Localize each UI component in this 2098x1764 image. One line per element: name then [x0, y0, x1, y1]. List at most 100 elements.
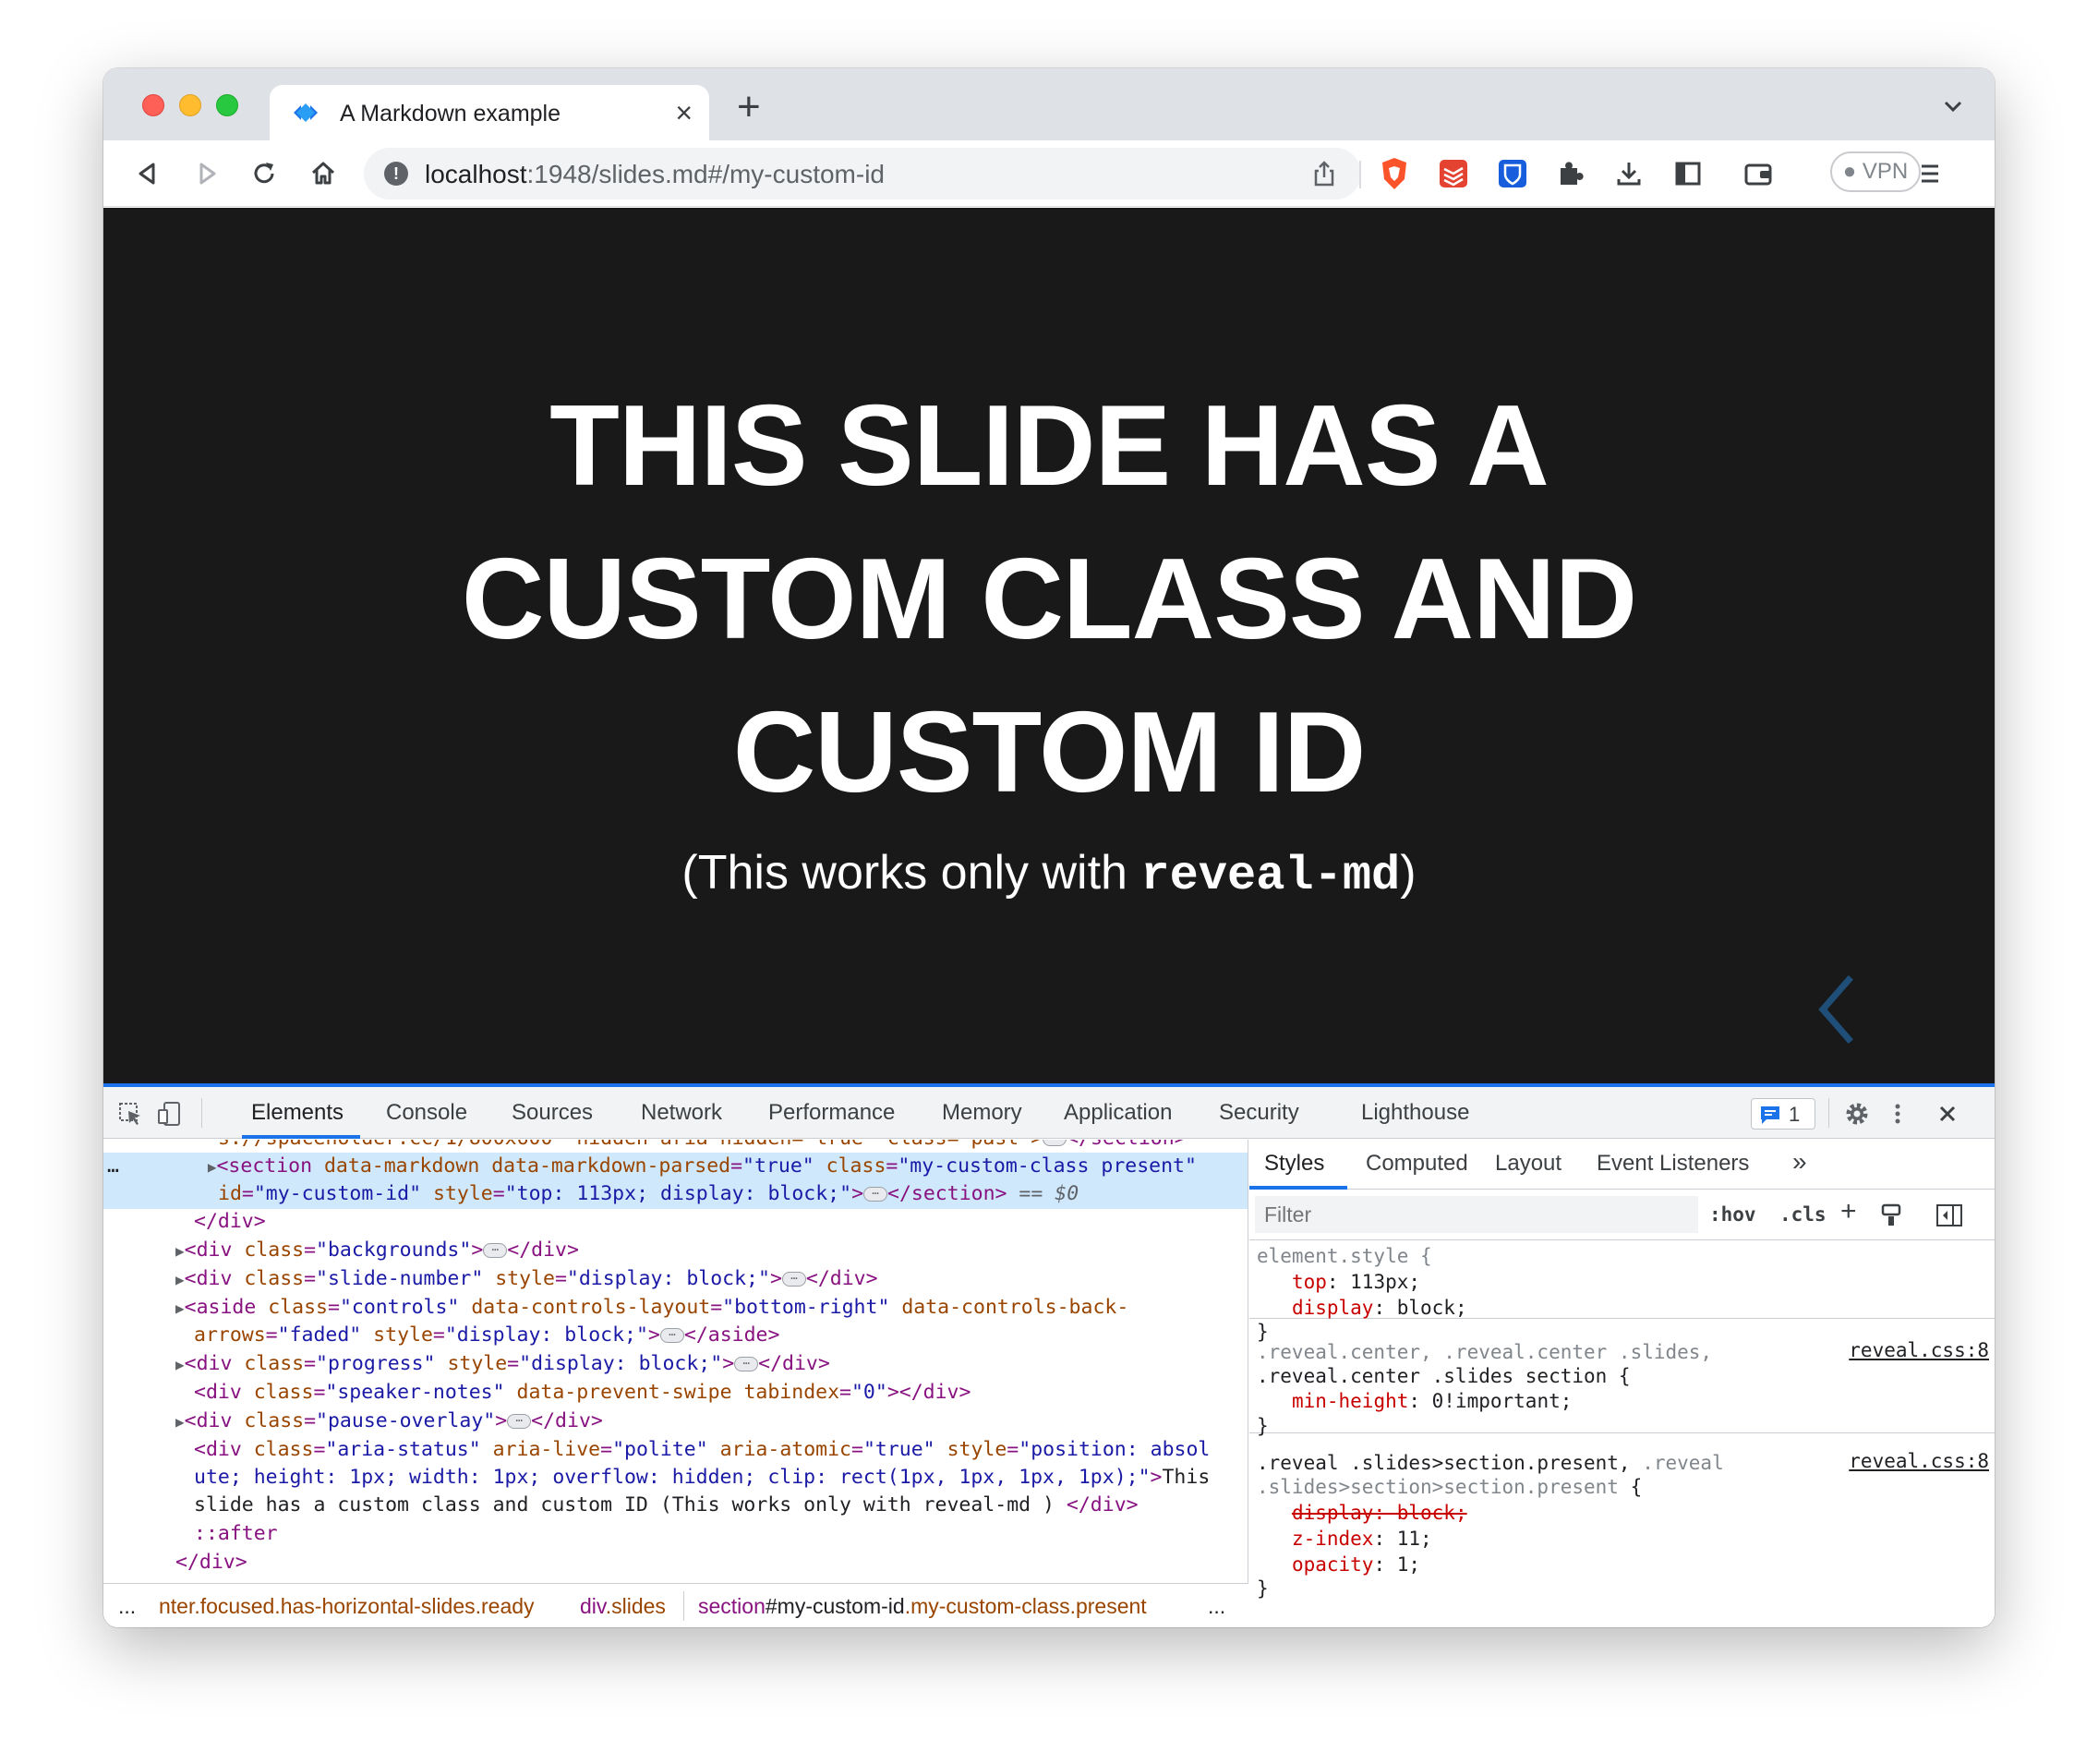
style-rule-present[interactable]: .reveal .slides>section.present, .reveal…	[1249, 1444, 1995, 1627]
new-style-rule-button[interactable]: +	[1840, 1196, 1857, 1227]
minimize-window-button[interactable]	[179, 94, 201, 116]
breadcrumb-scroll-left[interactable]: ...	[118, 1594, 136, 1619]
styles-filter-input[interactable]	[1255, 1196, 1698, 1233]
dom-node-cont[interactable]: slide has a custom class and custom ID (…	[103, 1492, 1248, 1520]
close-window-button[interactable]	[142, 94, 164, 116]
address-bar[interactable]: ! localhost:1948/slides.md#/my-custom-id	[364, 148, 1361, 199]
expand-ellipsis[interactable]: ⋯	[659, 1328, 684, 1343]
dom-pseudo-node[interactable]: ::after	[103, 1520, 1248, 1549]
style-declaration[interactable]: opacity: 1;	[1257, 1552, 1420, 1577]
expand-triangle-icon[interactable]: ▶	[175, 1299, 185, 1317]
toggle-sidebar-icon[interactable]	[1935, 1202, 1964, 1229]
tab-close-icon[interactable]: ×	[675, 96, 693, 129]
selected-dom-node-cont[interactable]: id="my-custom-id" style="top: 113px; dis…	[103, 1180, 1248, 1209]
tab-event-listeners[interactable]: Event Listeners	[1597, 1151, 1749, 1177]
paint-brush-icon[interactable]	[1877, 1202, 1905, 1229]
style-declaration[interactable]: display: block;	[1257, 1295, 1467, 1321]
dom-node[interactable]: ▶<div class="progress" style="display: b…	[103, 1350, 1248, 1379]
tab-layout[interactable]: Layout	[1495, 1151, 1561, 1177]
settings-gear-icon[interactable]	[1843, 1100, 1871, 1128]
vpn-button[interactable]: ● VPN	[1830, 151, 1921, 192]
todoist-extension-icon[interactable]	[1437, 157, 1470, 190]
devtools-tab-application[interactable]: Application	[1064, 1100, 1172, 1126]
devtools-tab-memory[interactable]: Memory	[942, 1100, 1022, 1126]
forward-icon[interactable]	[190, 157, 223, 190]
brave-shields-icon[interactable]	[1376, 155, 1413, 192]
close-devtools-icon[interactable]	[1934, 1100, 1961, 1128]
more-tabs-chevron-icon[interactable]: »	[1792, 1147, 1807, 1177]
breadcrumb-item[interactable]: nter.focused.has-horizontal-slides.ready	[159, 1594, 535, 1619]
class-toggle[interactable]: .cls	[1779, 1203, 1827, 1226]
breadcrumb-item-selected[interactable]: section#my-custom-id.my-custom-class.pre…	[698, 1594, 1147, 1619]
dom-node-cont[interactable]: arrows="faded" style="display: block;"> ⋯…	[103, 1322, 1248, 1350]
style-declaration-overridden[interactable]: display: block;	[1257, 1500, 1467, 1526]
expand-ellipsis[interactable]: ⋯	[734, 1357, 759, 1371]
site-info-icon[interactable]: !	[384, 162, 408, 186]
attr-value: "pause-overlay"	[316, 1409, 496, 1432]
dom-node[interactable]: ▶<div class="pause-overlay"> ⋯ </div>	[103, 1408, 1248, 1436]
tab-styles[interactable]: Styles	[1264, 1151, 1324, 1177]
node-tag: <div	[194, 1381, 242, 1404]
tab-search-chevron-icon[interactable]	[1939, 92, 1967, 120]
inspect-element-icon[interactable]	[116, 1100, 144, 1128]
expand-triangle-icon[interactable]: ▶	[175, 1356, 185, 1373]
extensions-puzzle-icon[interactable]	[1553, 157, 1586, 190]
tab-computed[interactable]: Computed	[1366, 1151, 1468, 1177]
dom-node[interactable]: s://spaceholder.cc/1/800x600" hidden ari…	[103, 1140, 1248, 1154]
dom-node[interactable]: ▶<aside class="controls" data-controls-l…	[103, 1294, 1248, 1323]
rule-source-link[interactable]: reveal.css:8	[1849, 1450, 1989, 1472]
devtools-tab-elements[interactable]: Elements	[251, 1100, 344, 1126]
download-icon[interactable]	[1612, 157, 1646, 190]
expand-ellipsis[interactable]: ⋯	[863, 1187, 888, 1202]
dom-node[interactable]: </div>	[103, 1549, 1248, 1577]
browser-tab[interactable]: A Markdown example ×	[270, 85, 709, 140]
dom-node[interactable]: </div>	[103, 1208, 1248, 1237]
new-tab-button[interactable]: +	[737, 87, 761, 127]
style-declaration[interactable]: z-index: 11;	[1257, 1526, 1432, 1552]
issues-badge[interactable]: 1	[1751, 1098, 1815, 1130]
maximize-window-button[interactable]	[216, 94, 238, 116]
dom-node[interactable]: ▶<div class="backgrounds"> ⋯ </div>	[103, 1237, 1248, 1265]
device-toolbar-icon[interactable]	[155, 1100, 183, 1128]
devtools-tab-network[interactable]: Network	[641, 1100, 722, 1126]
devtools-tab-console[interactable]: Console	[386, 1100, 467, 1126]
reload-icon[interactable]	[247, 157, 281, 190]
devtools-tab-security[interactable]: Security	[1219, 1100, 1299, 1126]
style-declaration[interactable]: top: 113px;	[1257, 1269, 1420, 1295]
dom-node[interactable]: ▶<div class="slide-number" style="displa…	[103, 1265, 1248, 1294]
dom-node-cont[interactable]: ute; height: 1px; width: 1px; overflow: …	[103, 1464, 1248, 1492]
expand-ellipsis[interactable]: ⋯	[507, 1414, 532, 1429]
subtitle-suffix: )	[1400, 846, 1417, 900]
style-declaration[interactable]: min-height: 0!important;	[1257, 1388, 1572, 1414]
style-rule-reveal-center[interactable]: .reveal.center, .reveal.center .slides, …	[1249, 1330, 1995, 1437]
devtools-tab-performance[interactable]: Performance	[768, 1100, 895, 1126]
more-options-icon[interactable]	[1884, 1100, 1911, 1128]
back-icon[interactable]	[131, 157, 164, 190]
share-icon[interactable]	[1309, 159, 1339, 188]
attr-value: "0"	[850, 1381, 887, 1404]
wallet-icon[interactable]	[1742, 157, 1775, 190]
expand-triangle-icon[interactable]: ▶	[175, 1271, 185, 1288]
attr-name: tabindex	[731, 1381, 840, 1404]
expand-triangle-icon[interactable]: ▶	[175, 1242, 185, 1260]
expand-ellipsis[interactable]: ⋯	[483, 1243, 508, 1258]
breadcrumb-scroll-right[interactable]: ...	[1208, 1594, 1225, 1619]
home-icon[interactable]	[307, 157, 340, 190]
hover-state-toggle[interactable]: :hov	[1709, 1203, 1756, 1226]
elements-tree[interactable]: s://spaceholder.cc/1/800x600" hidden ari…	[103, 1140, 1248, 1583]
dom-node[interactable]: <div class="speaker-notes" data-prevent-…	[103, 1379, 1248, 1408]
expand-ellipsis[interactable]: ⋯	[781, 1272, 806, 1287]
rule-source-link[interactable]: reveal.css:8	[1849, 1339, 1989, 1361]
style-rule-element[interactable]: element.style { top: 113px; display: blo…	[1249, 1241, 1995, 1343]
devtools-tab-lighthouse[interactable]: Lighthouse	[1361, 1100, 1469, 1126]
expand-triangle-icon[interactable]: ▶	[175, 1413, 185, 1431]
bitwarden-extension-icon[interactable]	[1496, 157, 1529, 190]
breadcrumb-item[interactable]: div.slides	[580, 1594, 666, 1619]
attr-value: "my-custom-id"	[253, 1182, 422, 1205]
devtools-tab-sources[interactable]: Sources	[512, 1100, 593, 1126]
prev-slide-arrow-icon[interactable]	[1814, 973, 1860, 1046]
dom-node[interactable]: <div class="aria-status" aria-live="poli…	[103, 1436, 1248, 1465]
sidebar-toggle-icon[interactable]	[1671, 157, 1705, 190]
expand-ellipsis[interactable]: ⋯	[1043, 1140, 1067, 1146]
selected-dom-node[interactable]: … ▶<section data-markdown data-markdown-…	[103, 1153, 1248, 1181]
